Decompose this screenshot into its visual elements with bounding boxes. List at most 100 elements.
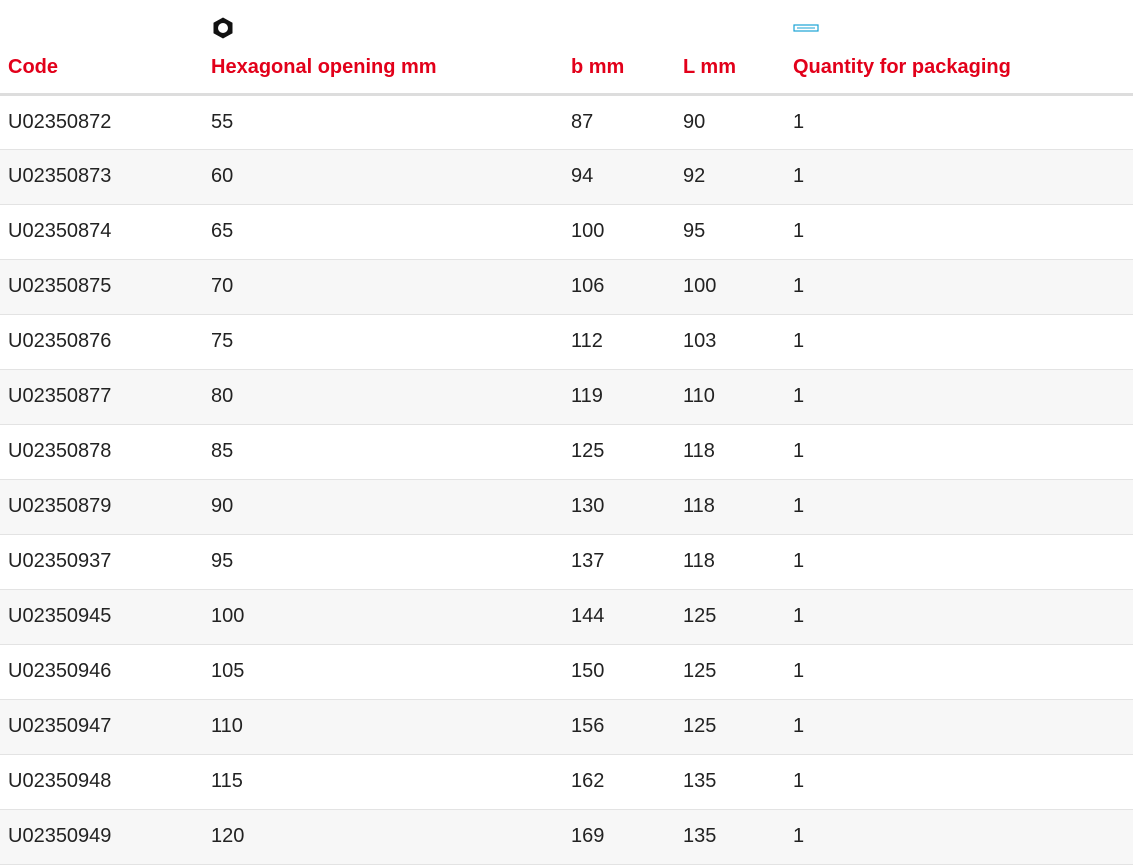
column-header-b[interactable]: b mm [563,0,675,96]
cell-l: 103 [675,314,785,370]
cell-code: U02350948 [0,754,203,810]
cell-b: 137 [563,534,675,590]
cell-quantity: 1 [785,94,1133,150]
cell-b: 100 [563,204,675,260]
column-header-hex-opening[interactable]: Hexagonal opening mm [203,0,563,96]
table-row[interactable]: U02350879 90 130 118 1 [0,479,1133,535]
cell-l: 118 [675,424,785,480]
table-row[interactable]: U02350937 95 137 118 1 [0,534,1133,590]
cell-l: 92 [675,149,785,205]
cell-l: 135 [675,809,785,865]
cell-b: 130 [563,479,675,535]
table-row[interactable]: U02350877 80 119 110 1 [0,369,1133,425]
cell-code: U02350876 [0,314,203,370]
table-row[interactable]: U02350947 110 156 125 1 [0,699,1133,755]
table-row[interactable]: U02350949 120 169 135 1 [0,809,1133,865]
cell-quantity: 1 [785,809,1133,865]
cell-code: U02350947 [0,699,203,755]
cell-code: U02350873 [0,149,203,205]
cell-b: 169 [563,809,675,865]
cell-b: 150 [563,644,675,700]
cell-b: 125 [563,424,675,480]
product-table-container: Code Hexagonal opening mm b mm L mm Quan… [0,0,1133,865]
cell-l: 125 [675,644,785,700]
cell-hex-opening: 120 [203,809,563,865]
cell-quantity: 1 [785,259,1133,315]
cell-code: U02350875 [0,259,203,315]
cell-b: 162 [563,754,675,810]
cell-l: 118 [675,534,785,590]
cell-l: 125 [675,589,785,645]
cell-hex-opening: 80 [203,369,563,425]
cell-b: 119 [563,369,675,425]
cell-b: 106 [563,259,675,315]
column-header-l[interactable]: L mm [675,0,785,96]
cell-l: 135 [675,754,785,810]
table-row[interactable]: U02350874 65 100 95 1 [0,204,1133,260]
column-header-quantity[interactable]: Quantity for packaging [785,0,1133,96]
cell-code: U02350874 [0,204,203,260]
column-header-hex-opening-label: Hexagonal opening mm [211,55,437,78]
cell-code: U02350872 [0,94,203,150]
cell-b: 94 [563,149,675,205]
cell-quantity: 1 [785,479,1133,535]
table-row[interactable]: U02350946 105 150 125 1 [0,644,1133,700]
table-row[interactable]: U02350948 115 162 135 1 [0,754,1133,810]
cell-l: 100 [675,259,785,315]
header-row: Code Hexagonal opening mm b mm L mm Quan… [0,0,1133,96]
table-header: Code Hexagonal opening mm b mm L mm Quan… [0,0,1133,96]
table-row[interactable]: U02350876 75 112 103 1 [0,314,1133,370]
cell-l: 110 [675,369,785,425]
cell-code: U02350877 [0,369,203,425]
package-icon [793,23,819,32]
cell-code: U02350937 [0,534,203,590]
cell-quantity: 1 [785,644,1133,700]
cell-b: 87 [563,94,675,150]
cell-hex-opening: 75 [203,314,563,370]
cell-quantity: 1 [785,369,1133,425]
cell-b: 156 [563,699,675,755]
cell-code: U02350945 [0,589,203,645]
cell-hex-opening: 115 [203,754,563,810]
hex-nut-icon [213,17,233,38]
cell-code: U02350946 [0,644,203,700]
product-table: Code Hexagonal opening mm b mm L mm Quan… [0,0,1133,865]
table-row[interactable]: U02350878 85 125 118 1 [0,424,1133,480]
cell-quantity: 1 [785,314,1133,370]
cell-code: U02350878 [0,424,203,480]
cell-quantity: 1 [785,754,1133,810]
table-row[interactable]: U02350875 70 106 100 1 [0,259,1133,315]
cell-hex-opening: 90 [203,479,563,535]
cell-hex-opening: 105 [203,644,563,700]
cell-b: 144 [563,589,675,645]
table-row[interactable]: U02350945 100 144 125 1 [0,589,1133,645]
column-header-l-label: L mm [683,55,736,78]
table-row[interactable]: U02350872 55 87 90 1 [0,94,1133,150]
table-body: U02350872 55 87 90 1 U02350873 60 94 92 1 U0235087… [0,94,1133,865]
cell-hex-opening: 110 [203,699,563,755]
column-header-code[interactable]: Code [0,0,203,96]
cell-hex-opening: 100 [203,589,563,645]
cell-quantity: 1 [785,589,1133,645]
cell-hex-opening: 60 [203,149,563,205]
cell-l: 118 [675,479,785,535]
cell-quantity: 1 [785,424,1133,480]
cell-hex-opening: 55 [203,94,563,150]
cell-code: U02350949 [0,809,203,865]
cell-quantity: 1 [785,534,1133,590]
cell-code: U02350879 [0,479,203,535]
cell-l: 90 [675,94,785,150]
column-header-b-label: b mm [571,55,625,78]
cell-quantity: 1 [785,204,1133,260]
cell-quantity: 1 [785,149,1133,205]
cell-l: 95 [675,204,785,260]
table-row[interactable]: U02350873 60 94 92 1 [0,149,1133,205]
cell-hex-opening: 95 [203,534,563,590]
column-header-quantity-label: Quantity for packaging [793,55,1011,78]
cell-hex-opening: 65 [203,204,563,260]
cell-b: 112 [563,314,675,370]
cell-quantity: 1 [785,699,1133,755]
column-header-code-label: Code [8,55,58,78]
cell-hex-opening: 85 [203,424,563,480]
cell-hex-opening: 70 [203,259,563,315]
